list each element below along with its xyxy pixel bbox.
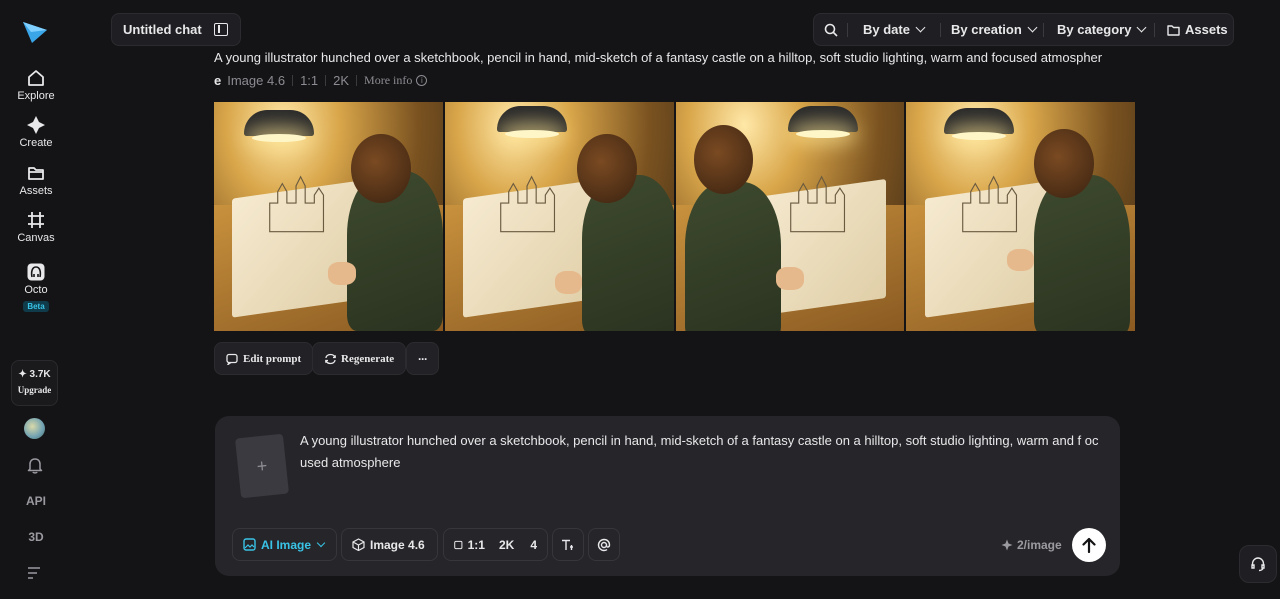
output-settings[interactable]: 1:1 2K 4 [443, 528, 548, 561]
edit-prompt-button[interactable]: Edit prompt [214, 342, 314, 375]
generated-image-1[interactable] [214, 102, 443, 331]
sidebar-item-label: Octo [24, 284, 48, 296]
cube-icon [352, 538, 365, 551]
image-icon [243, 538, 256, 551]
sidebar-item-label: Canvas [17, 232, 55, 244]
sidebar-item-create[interactable]: Create [0, 115, 72, 149]
assets-button[interactable]: Assets [1167, 14, 1228, 45]
arrow-up-icon [1082, 537, 1096, 553]
text-format-icon [562, 539, 573, 550]
generated-image-2[interactable] [444, 102, 674, 331]
support-button[interactable] [1239, 545, 1277, 583]
generated-image-4[interactable] [906, 102, 1135, 331]
upgrade-button[interactable]: ✦ 3.7K Upgrade [11, 360, 58, 406]
chevron-down-icon [316, 538, 326, 547]
sidebar-item-explore[interactable]: Explore [0, 68, 72, 102]
chat-title-button[interactable]: Untitled chat [111, 13, 241, 46]
generation-meta: e Image 4.6 1:1 2K More info i [214, 73, 428, 88]
image-grid [214, 102, 1135, 331]
sidebar-panel-icon[interactable] [214, 23, 228, 36]
generation-prompt: A young illustrator hunched over a sketc… [214, 50, 1103, 65]
canvas-icon [28, 212, 44, 228]
ratio-label: 1:1 [467, 537, 485, 552]
sidebar-item-api[interactable]: API [0, 494, 72, 508]
filter-label: By date [863, 22, 910, 37]
home-icon [28, 70, 44, 86]
bell-icon[interactable] [27, 457, 43, 474]
resolution: 2K [333, 73, 350, 88]
sidebar-item-octo[interactable]: Octo Beta [0, 262, 72, 314]
prompt-input[interactable]: A young illustrator hunched over a sketc… [300, 430, 1100, 474]
refresh-icon [325, 353, 336, 364]
filter-by-creation[interactable]: By creation [951, 14, 1038, 45]
model-selector[interactable]: Image 4.6 [341, 528, 438, 561]
more-icon: ··· [418, 351, 428, 366]
paper-plane-logo[interactable] [22, 20, 48, 44]
assets-label: Assets [1185, 22, 1228, 37]
mode-selector[interactable]: AI Image [232, 528, 337, 561]
search-button[interactable] [824, 14, 838, 45]
cost-label: 2/image [1017, 538, 1062, 552]
send-button[interactable] [1072, 528, 1106, 562]
chevron-down-icon [915, 22, 926, 33]
beta-badge: Beta [23, 301, 49, 312]
sidebar-item-label: Create [19, 137, 53, 149]
text-style-button[interactable] [552, 528, 584, 561]
credits-count: ✦ 3.7K [18, 369, 51, 380]
sidebar-item-canvas[interactable]: Canvas [0, 210, 72, 244]
sparkle-icon [27, 116, 45, 134]
prompt-tail: e [214, 73, 222, 88]
prompt-composer: + A young illustrator hunched over a ske… [215, 416, 1120, 576]
sidebar-item-3d[interactable]: 3D [0, 530, 72, 544]
resolution-label: 2K [498, 537, 515, 552]
folder-icon [28, 167, 44, 180]
regenerate-label: Regenerate [341, 352, 395, 365]
model-name: Image 4.6 [227, 73, 286, 88]
sidebar-item-assets[interactable]: Assets [0, 163, 72, 197]
chevron-down-icon [1136, 22, 1147, 33]
filter-label: By creation [951, 22, 1022, 37]
search-icon [824, 23, 838, 37]
edit-icon [226, 353, 238, 365]
headset-icon [1251, 557, 1265, 572]
aspect-ratio: 1:1 [300, 73, 319, 88]
model-label: Image 4.6 [370, 537, 425, 552]
regenerate-button[interactable]: Regenerate [312, 342, 407, 375]
filter-bar: By date By creation By category Assets [813, 13, 1234, 46]
menu-icon[interactable] [27, 567, 41, 579]
aspect-ratio-icon [454, 540, 463, 549]
sidebar-item-label: Assets [19, 185, 53, 197]
generation-cost: 2/image [1001, 538, 1062, 552]
mode-label: AI Image [261, 537, 312, 552]
generated-image-3[interactable] [675, 102, 905, 331]
at-icon [597, 538, 611, 551]
sidebar-item-label: Explore [17, 90, 55, 102]
folder-icon [1167, 24, 1180, 36]
upgrade-label: Upgrade [17, 385, 52, 395]
filter-by-category[interactable]: By category [1057, 14, 1147, 45]
mention-button[interactable] [588, 528, 620, 561]
filter-by-date[interactable]: By date [863, 14, 926, 45]
chat-title: Untitled chat [123, 22, 202, 37]
add-reference-image-button[interactable]: + [234, 433, 290, 499]
avatar[interactable] [24, 418, 45, 439]
sidebar: Explore Create Assets Canvas Octo Beta ✦… [0, 0, 72, 599]
octo-icon [27, 263, 45, 281]
more-info-link[interactable]: More info [364, 73, 412, 88]
chevron-down-icon [1027, 22, 1038, 33]
more-options-button[interactable]: ··· [406, 342, 439, 375]
edit-prompt-label: Edit prompt [243, 352, 302, 365]
sparkle-icon [1001, 539, 1013, 551]
info-icon[interactable]: i [416, 75, 428, 86]
filter-label: By category [1057, 22, 1132, 37]
count-label: 4 [530, 537, 537, 552]
